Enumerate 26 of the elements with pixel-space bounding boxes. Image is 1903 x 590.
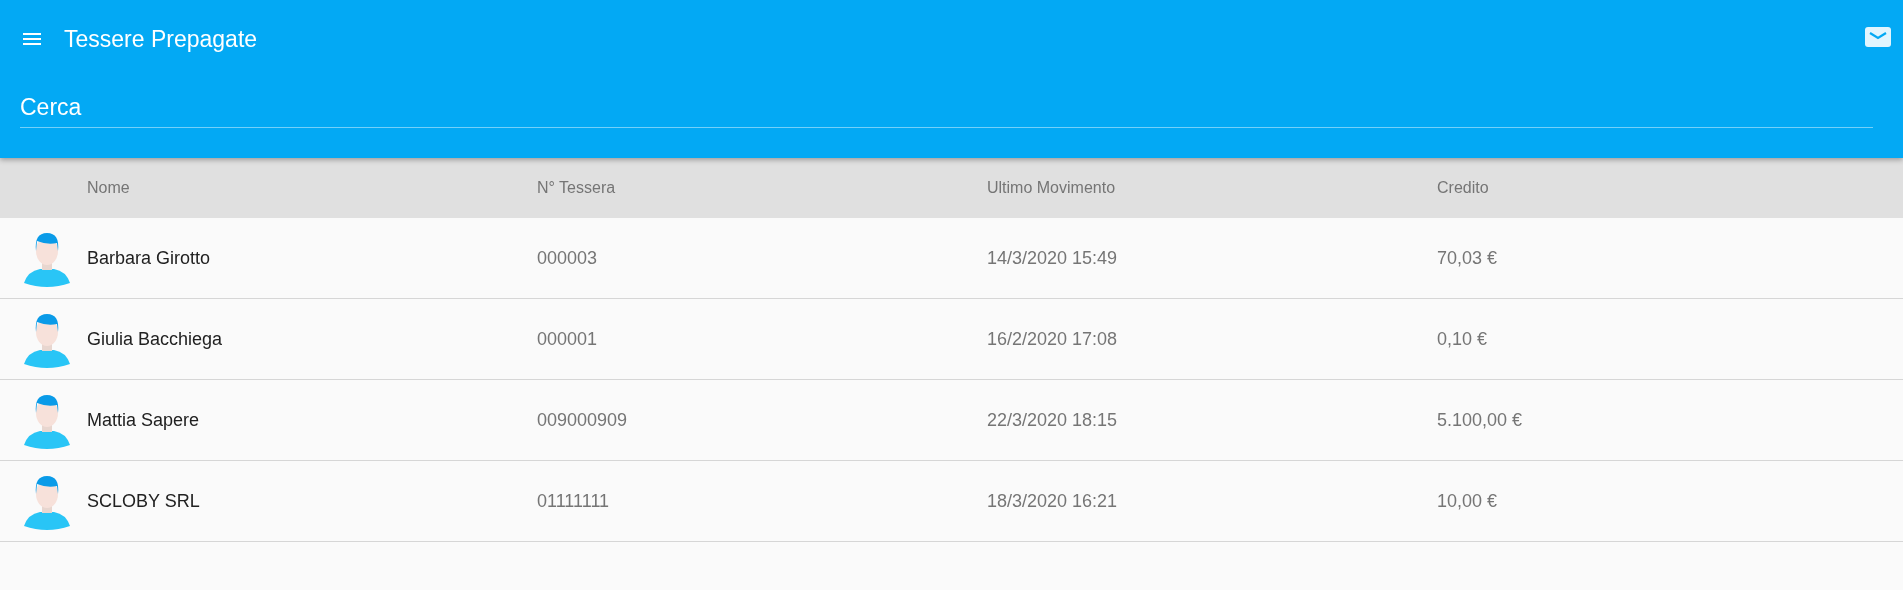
table-cell-text: Giulia Bacchiega bbox=[87, 328, 224, 350]
table-cell-text: 009000909 bbox=[537, 409, 629, 431]
table-row[interactable]: Mattia Sapere 009000909 22/3/2020 18:15 5.100,00 € bbox=[0, 380, 1903, 461]
table-cell-text: SCLOBY SRL bbox=[87, 490, 201, 512]
table-cell-text: 22/3/2020 18:15 bbox=[987, 409, 1119, 431]
column-header: Ultimo Movimento bbox=[987, 179, 1117, 197]
table-cell-text: 14/3/2020 15:49 bbox=[987, 247, 1119, 269]
table-cell-text: 000003 bbox=[537, 247, 599, 269]
column-header: N° Tessera bbox=[537, 179, 617, 197]
table-cell-text: 16/2/2020 17:08 bbox=[987, 328, 1119, 350]
table-row[interactable]: Barbara Girotto 000003 14/3/2020 15:49 70,03 € bbox=[0, 218, 1903, 299]
table-row[interactable]: Giulia Bacchiega 000001 16/2/2020 17:08 0,10 € bbox=[0, 299, 1903, 380]
table-cell-text: 01111111 bbox=[537, 490, 611, 512]
table-cell-text: Mattia Sapere bbox=[87, 409, 201, 431]
table-cell-text: 10,00 € bbox=[1437, 490, 1499, 512]
table-cell-text: 000001 bbox=[537, 328, 599, 350]
search-field[interactable]: Cerca bbox=[20, 90, 1873, 128]
table-cell-text: 0,10 € bbox=[1437, 328, 1489, 350]
table-cell-text: 5.100,00 € bbox=[1437, 409, 1524, 431]
table-row[interactable]: SCLOBY SRL 01111111 18/3/2020 16:21 10,00 € bbox=[0, 461, 1903, 542]
column-header: Nome bbox=[87, 179, 131, 197]
app-title: Tessere Prepagate bbox=[64, 25, 258, 53]
table-cell-text: 70,03 € bbox=[1437, 247, 1499, 269]
column-header: Credito bbox=[1437, 179, 1490, 197]
table-cell-text: 18/3/2020 16:21 bbox=[987, 490, 1119, 512]
table-cell-text: Barbara Girotto bbox=[87, 247, 212, 269]
